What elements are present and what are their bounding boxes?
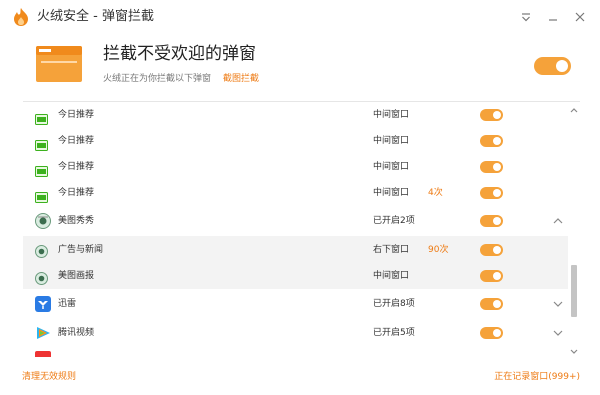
dropdown-menu-icon[interactable] bbox=[518, 9, 534, 25]
tencent-video-icon bbox=[35, 325, 51, 345]
sub-rule-row[interactable]: 美图画报 中间窗口 bbox=[23, 263, 568, 289]
page-title: 拦截不受欢迎的弹窗 bbox=[103, 44, 256, 64]
rule-row[interactable]: 今日推荐 中间窗口 bbox=[23, 102, 568, 128]
rule-name: 美图秀秀 bbox=[58, 216, 95, 226]
chevron-down-icon[interactable] bbox=[552, 327, 564, 339]
scroll-down-icon[interactable] bbox=[570, 348, 578, 356]
rule-name: 今日推荐 bbox=[58, 136, 95, 146]
rule-name: 广告与新闻 bbox=[58, 245, 104, 255]
close-icon[interactable] bbox=[572, 9, 588, 25]
clean-invalid-rules-link[interactable]: 清理无效规则 bbox=[22, 371, 76, 383]
master-toggle[interactable] bbox=[534, 57, 571, 75]
rule-position: 中间窗口 bbox=[373, 188, 410, 198]
title-bar: 火绒安全 - 弹窗拦截 bbox=[0, 0, 600, 34]
block-count: 90次 bbox=[428, 245, 449, 255]
header-panel bbox=[0, 34, 600, 100]
chevron-up-icon[interactable] bbox=[552, 215, 564, 227]
scroll-up-icon[interactable] bbox=[570, 106, 578, 114]
rule-row[interactable]: 今日推荐 中间窗口 4次 bbox=[23, 180, 568, 206]
popup-rule-list: 今日推荐 中间窗口 今日推荐 中间窗口 今日推荐 中间窗口 今日推荐 中间窗口 4次 美图秀秀 已开… bbox=[23, 102, 580, 360]
rule-name: 美图画报 bbox=[58, 271, 95, 281]
rule-position: 已开启2项 bbox=[373, 216, 415, 226]
meitu-app-icon bbox=[35, 213, 51, 233]
rule-toggle[interactable] bbox=[480, 109, 503, 121]
rule-position: 中间窗口 bbox=[373, 271, 410, 281]
window-popup-icon bbox=[36, 46, 82, 82]
jinri-app-icon bbox=[35, 188, 48, 207]
rule-position: 已开启8项 bbox=[373, 299, 415, 309]
rule-toggle[interactable] bbox=[480, 244, 503, 256]
rule-name: 今日推荐 bbox=[58, 162, 95, 172]
meitu-small-icon bbox=[35, 243, 48, 262]
rule-position: 右下窗口 bbox=[373, 245, 410, 255]
rule-toggle[interactable] bbox=[480, 135, 503, 147]
rule-name: 今日推荐 bbox=[58, 188, 95, 198]
rule-position: 已开启5项 bbox=[373, 328, 415, 338]
jinri-app-icon bbox=[35, 110, 48, 129]
rule-row[interactable]: 迅雷 已开启8项 bbox=[23, 289, 568, 318]
meitu-small-icon bbox=[35, 270, 48, 289]
chevron-down-icon[interactable] bbox=[552, 298, 564, 310]
rule-name: 腾讯视频 bbox=[58, 328, 95, 338]
rule-row[interactable]: 腾讯视频 已开启5项 bbox=[23, 318, 568, 347]
next-app-icon bbox=[35, 351, 51, 357]
scrollbar[interactable] bbox=[568, 102, 580, 360]
page-description: 火绒正在为你拦截以下弹窗 bbox=[103, 74, 212, 84]
rule-row[interactable]: 今日推荐 中间窗口 bbox=[23, 128, 568, 154]
rule-toggle[interactable] bbox=[480, 298, 503, 310]
rule-toggle[interactable] bbox=[480, 215, 503, 227]
jinri-app-icon bbox=[35, 136, 48, 155]
scroll-thumb[interactable] bbox=[571, 265, 577, 317]
minimize-icon[interactable] bbox=[545, 9, 561, 25]
rule-position: 中间窗口 bbox=[373, 162, 410, 172]
recording-windows-link[interactable]: 正在记录窗口(999+) bbox=[494, 371, 580, 383]
screenshot-block-link[interactable]: 截图拦截 bbox=[223, 73, 259, 85]
rule-toggle[interactable] bbox=[480, 161, 503, 173]
rule-name: 迅雷 bbox=[58, 299, 77, 309]
huorong-logo-icon bbox=[14, 8, 28, 26]
xunlei-app-icon bbox=[35, 296, 51, 316]
rule-position: 中间窗口 bbox=[373, 136, 410, 146]
rule-toggle[interactable] bbox=[480, 327, 503, 339]
rule-toggle[interactable] bbox=[480, 187, 503, 199]
rule-name: 今日推荐 bbox=[58, 110, 95, 120]
jinri-app-icon bbox=[35, 162, 48, 181]
window-title: 火绒安全 - 弹窗拦截 bbox=[37, 9, 154, 24]
rule-position: 中间窗口 bbox=[373, 110, 410, 120]
rule-toggle[interactable] bbox=[480, 270, 503, 282]
block-count: 4次 bbox=[428, 188, 443, 198]
sub-rule-row[interactable]: 广告与新闻 右下窗口 90次 bbox=[23, 236, 568, 263]
rule-row[interactable]: 美图秀秀 已开启2项 bbox=[23, 206, 568, 236]
rule-row[interactable]: 今日推荐 中间窗口 bbox=[23, 154, 568, 180]
